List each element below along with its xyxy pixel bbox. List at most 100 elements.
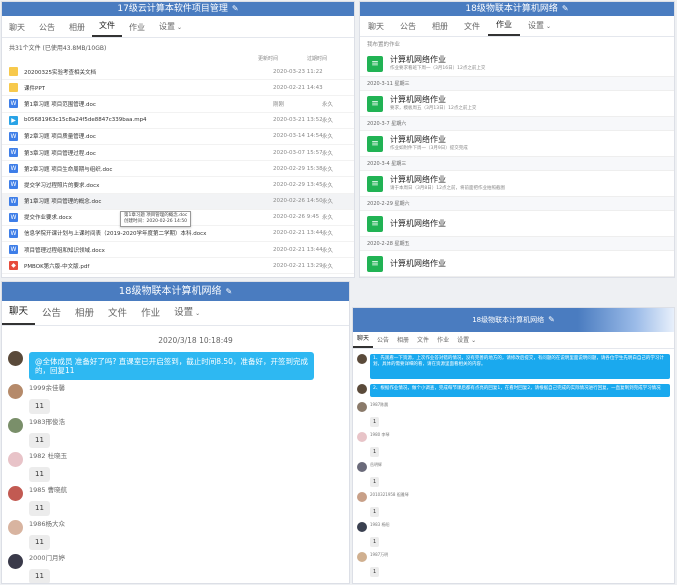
chevron-down-icon: ⌄	[195, 310, 201, 317]
avatar[interactable]	[8, 384, 23, 399]
avatar[interactable]	[357, 552, 367, 562]
tab-0[interactable]: 聊天	[353, 332, 374, 348]
file-row[interactable]: W 第1章习题 项目管理的概念.doc 2020-02-26 14:50 永久	[2, 193, 354, 210]
file-name[interactable]: 提交学习过程照片的要求.docx	[24, 181, 273, 189]
file-name[interactable]: 信息学院开课计划与上课时间表（2019-2020学年度第二学期）本科.docx	[24, 229, 273, 237]
file-row[interactable]: ▶ b05681963c15c8a24f5de8847c339baa.mp4 202…	[2, 113, 354, 129]
file-row[interactable]: W 第2章习题 项目生命周期与组织.doc 2020-02-29 15:38 永久	[2, 161, 354, 178]
avatar[interactable]	[8, 351, 23, 366]
edit-icon[interactable]: ✎	[562, 4, 569, 13]
file-date: 2020-02-29 13:45	[273, 181, 323, 188]
file-name[interactable]: 项目管理过程组和知识领域.docx	[24, 246, 273, 254]
homework-subtitle: 要求，模板周五（3月13日）12点之前上交	[390, 106, 477, 111]
word-file-icon: W	[9, 228, 18, 238]
file-expire: 永久	[322, 182, 334, 189]
tab-label: 聊天	[9, 306, 29, 317]
file-row[interactable]: W 提交学习过程照片的要求.docx 2020-02-29 13:45 永久	[2, 177, 354, 194]
homework-item[interactable]: ≡ 计算机网络作业 作业要求看班下周一（3月16日）12点之前上交	[360, 51, 674, 76]
chat-panel: 18级物联本计算机网络 ✎ 聊天 公告 相册 文件 作业 设置 ⌄ 2020/3/18 10:…	[1, 281, 350, 584]
avatar[interactable]	[8, 554, 23, 569]
file-row[interactable]: W 信息学院开课计划与上课时间表（2019-2020学年度第二学期）本科.docx…	[2, 226, 354, 243]
chat-message: 1999余佳馨 11	[8, 384, 343, 414]
avatar[interactable]	[357, 432, 367, 442]
tab-5[interactable]: 设置 ⌄	[520, 17, 559, 36]
files-panel-title: 17级云计算本软件项目管理	[117, 4, 228, 14]
avatar[interactable]	[357, 522, 367, 532]
avatar[interactable]	[357, 402, 367, 412]
edit-icon[interactable]: ✎	[226, 287, 233, 296]
tab-label: 设置	[528, 21, 544, 30]
homework-title: 计算机网络作业	[390, 55, 446, 64]
tab-label: 文件	[417, 337, 430, 344]
tab-4[interactable]: 作业	[122, 18, 152, 37]
tab-label: 文件	[464, 22, 480, 31]
sender-name: 1980 李琴	[370, 432, 390, 437]
avatar[interactable]	[357, 462, 367, 472]
tab-4[interactable]: 作业	[488, 16, 520, 36]
file-name[interactable]: 第2章习题 项目质量管理.doc	[24, 132, 273, 140]
file-name[interactable]: 20200325实验考查相关文档	[24, 68, 273, 76]
file-date: 刚刚	[273, 101, 285, 108]
avatar[interactable]	[8, 520, 23, 535]
file-row[interactable]: W 第2章习题 项目质量管理.doc 2020-03-14 14:54 永久	[2, 129, 354, 145]
file-expire: 永久	[322, 134, 334, 141]
avatar[interactable]	[8, 452, 23, 467]
tab-label: 相册	[75, 308, 95, 319]
tab-0[interactable]: 聊天	[2, 301, 36, 325]
tab-4[interactable]: 作业	[433, 334, 453, 348]
file-name[interactable]: 课件PPT	[24, 84, 273, 92]
tab-1[interactable]: 公告	[32, 18, 62, 37]
tab-2[interactable]: 相册	[68, 303, 101, 325]
file-row[interactable]: W 第3章习题 项目管理过程.doc 2020-03-07 15:57 永久	[2, 145, 354, 162]
file-name[interactable]: 第1章习题 项目管理的概念.doc	[24, 197, 273, 205]
homework-item[interactable]: ≡ 计算机网络作业 作业如附件下周一（3月9日）提交完成	[360, 131, 674, 156]
file-name[interactable]: b05681963c15c8a24f5de8847c339baa.mp4	[24, 117, 273, 123]
tab-1[interactable]: 公告	[392, 18, 424, 36]
file-row[interactable]: 课件PPT 2020-02-21 14:43	[2, 80, 354, 97]
tab-5[interactable]: 设置 ⌄	[152, 17, 189, 37]
avatar[interactable]	[8, 418, 23, 433]
avatar[interactable]	[8, 486, 23, 501]
tab-2[interactable]: 相册	[424, 18, 456, 36]
edit-icon[interactable]: ✎	[232, 4, 239, 13]
tab-3[interactable]: 文件	[101, 303, 134, 325]
chevron-down-icon: ⌄	[177, 24, 183, 31]
tab-label: 作业	[437, 337, 450, 344]
file-expire: 永久	[322, 231, 334, 238]
tab-2[interactable]: 相册	[62, 18, 92, 37]
edit-icon[interactable]: ✎	[548, 315, 555, 324]
tab-1[interactable]: 公告	[35, 303, 68, 325]
file-name[interactable]: PMBOK第六版-中文版.pdf	[24, 262, 273, 270]
tab-5[interactable]: 设置 ⌄	[167, 302, 207, 325]
tab-label: 文件	[108, 308, 128, 319]
homework-item[interactable]: ≡ 计算机网络作业	[360, 211, 674, 236]
tab-4[interactable]: 作业	[134, 303, 167, 325]
avatar[interactable]	[357, 492, 367, 502]
file-name[interactable]: 第2章习题 项目生命周期与组织.doc	[24, 165, 273, 173]
file-name[interactable]: 第3章习题 项目管理过程.doc	[24, 149, 273, 157]
homework-item[interactable]: ≡ 计算机网络作业 要求，模板周五（3月13日）12点之前上交	[360, 91, 674, 116]
sender-name: 1986杨大众	[29, 520, 66, 528]
avatar[interactable]	[357, 354, 367, 364]
tab-2[interactable]: 相册	[393, 334, 413, 348]
file-row[interactable]: W 项目管理过程组和知识领域.docx 2020-02-21 13:44 永久	[2, 242, 354, 259]
file-row[interactable]: ◆ PMBOK第六版-中文版.pdf 2020-02-21 13:29 永久	[2, 258, 354, 275]
tab-3[interactable]: 文件	[456, 18, 488, 36]
announcement-message: @全体成员 准备好了吗? 直课室已开启签到，截止时间8.50，准备好，开签到完成…	[8, 351, 343, 380]
tab-0[interactable]: 聊天	[360, 18, 392, 36]
file-name[interactable]: 第1章习题 项目范围管理.doc	[24, 100, 273, 108]
message-bubble: 1	[370, 477, 380, 487]
tab-5[interactable]: 设置 ⌄	[453, 334, 480, 348]
tab-3[interactable]: 文件	[413, 334, 433, 348]
tab-3[interactable]: 文件	[92, 16, 122, 37]
homework-item[interactable]: ≡ 计算机网络作业	[360, 251, 674, 276]
tab-0[interactable]: 聊天	[2, 18, 32, 37]
avatar[interactable]	[357, 384, 367, 394]
folder-icon	[9, 67, 18, 77]
tab-1[interactable]: 公告	[373, 334, 393, 348]
homework-item[interactable]: ≡ 计算机网络作业 请于本周日（3月8日）12点之前，将前面把作业拍照截图	[360, 171, 674, 196]
file-row[interactable]: W 第1章习题 项目范围管理.doc 刚刚 永久	[2, 96, 354, 113]
file-expire: 永久	[322, 118, 334, 125]
homework-list: ≡ 计算机网络作业 作业要求看班下周一（3月16日）12点之前上交 2020-3-11…	[360, 51, 674, 277]
file-row[interactable]: 20200325实验考查相关文档 2020-03-23 11:22	[2, 64, 354, 81]
